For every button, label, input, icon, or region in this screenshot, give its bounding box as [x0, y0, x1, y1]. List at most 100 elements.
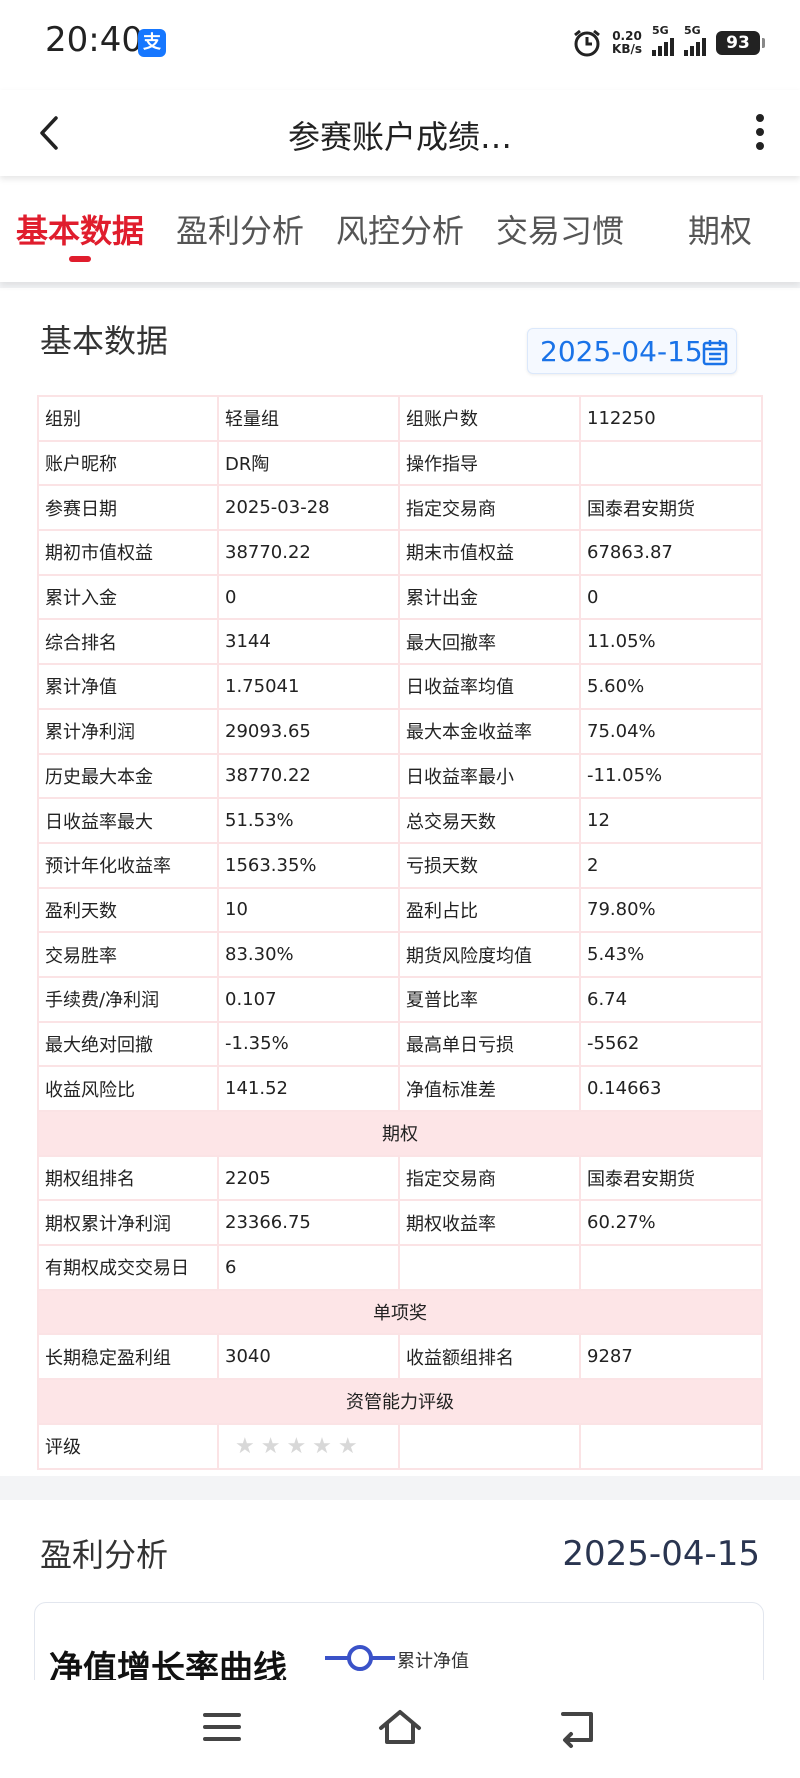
field-label: 账户昵称: [37, 439, 219, 487]
field-label: 累计入金: [37, 573, 219, 621]
rating-header: 资管能力评级: [37, 1378, 763, 1425]
field-label: 最大本金收益率: [398, 707, 581, 755]
field-label: 历史最大本金: [37, 752, 219, 800]
field-label: [398, 1244, 581, 1291]
field-label: 期权收益率: [398, 1199, 581, 1247]
table-row: 手续费/净利润 0.107 夏普比率 6.74: [37, 975, 763, 1023]
field-label: 指定交易商: [398, 1154, 581, 1202]
tab-bar: 基本数据 盈利分析 风控分析 交易习惯 期权: [0, 176, 800, 282]
table-row: 有期权成交交易日 6: [37, 1244, 763, 1291]
field-value: 2025-03-28: [217, 484, 400, 532]
field-value: 79.80%: [579, 886, 763, 934]
table-row: 收益风险比 141.52 净值标准差 0.14663: [37, 1065, 763, 1112]
system-nav-bar: [0, 1680, 800, 1778]
date-picker-value: 2025-04-15: [540, 335, 703, 368]
return-icon: [561, 1712, 593, 1748]
more-button[interactable]: [750, 110, 770, 158]
field-value: 5.43%: [579, 931, 763, 978]
field-label: 有期权成交交易日: [37, 1244, 219, 1291]
field-value: 83.30%: [217, 931, 400, 978]
signal-icon: 5G: [652, 24, 674, 56]
table-row: 日收益率最大 51.53% 总交易天数 12: [37, 797, 763, 844]
field-label: 综合排名: [37, 618, 219, 666]
field-label: 日收益率均值: [398, 663, 581, 710]
page-title: 参赛账户成绩…: [287, 118, 512, 156]
field-value: [579, 1244, 763, 1291]
field-value: 75.04%: [579, 707, 763, 755]
net-speed-unit: KB/s: [612, 42, 642, 56]
table-cell: [398, 1422, 581, 1470]
field-label: 收益风险比: [37, 1065, 219, 1112]
field-value: [579, 439, 763, 487]
award-header: 单项奖: [37, 1288, 763, 1336]
field-value: -1.35%: [217, 1020, 400, 1068]
field-label: 盈利天数: [37, 886, 219, 934]
field-label: 日收益率最小: [398, 752, 581, 800]
tab-profit-analysis[interactable]: 盈利分析: [160, 176, 320, 282]
field-label: 预计年化收益率: [37, 841, 219, 889]
table-row: 长期稳定盈利组 3040 收益额组排名 9287: [37, 1333, 763, 1381]
tab-risk-analysis[interactable]: 风控分析: [320, 176, 480, 282]
options-header: 期权: [37, 1110, 763, 1157]
back-nav-button[interactable]: [553, 1702, 603, 1752]
field-value: 轻量组: [217, 395, 400, 442]
field-value: 51.53%: [217, 797, 400, 844]
field-value: 9287: [579, 1333, 763, 1381]
status-bar: 20:40 支 0.20 KB/s 5G 5G 93: [0, 0, 800, 90]
field-label: 净值标准差: [398, 1065, 581, 1112]
field-label: 总交易天数: [398, 797, 581, 844]
field-value: 0: [579, 573, 763, 621]
field-value: 国泰君安期货: [579, 484, 763, 532]
field-label: 夏普比率: [398, 975, 581, 1023]
more-dot-icon: [756, 142, 764, 150]
field-value: 10: [217, 886, 400, 934]
field-label: 期初市值权益: [37, 529, 219, 576]
table-section-header: 期权: [37, 1110, 763, 1157]
field-label: 指定交易商: [398, 484, 581, 532]
field-value: 6.74: [579, 975, 763, 1023]
section-title-profit: 盈利分析: [33, 1530, 168, 1576]
home-icon: [379, 1710, 421, 1744]
field-value: DR陶: [217, 439, 400, 487]
table-row: 累计净利润 29093.65 最大本金收益率 75.04%: [37, 707, 763, 755]
field-value: 12: [579, 797, 763, 844]
alipay-icon: 支: [138, 29, 166, 57]
field-value: 141.52: [217, 1065, 400, 1112]
field-value: 2205: [217, 1154, 400, 1202]
field-label: 手续费/净利润: [37, 975, 219, 1023]
profit-date: 2025-04-15: [562, 1534, 760, 1574]
field-label: 长期稳定盈利组: [37, 1333, 219, 1381]
table-row: 历史最大本金 38770.22 日收益率最小 -11.05%: [37, 752, 763, 800]
field-value: 2: [579, 841, 763, 889]
basic-data-table: 组别 轻量组 组账户数 112250 账户昵称 DR陶 操作指导 参赛日期 2025-03-28…: [37, 395, 763, 1470]
home-button[interactable]: [375, 1702, 425, 1752]
field-value: 国泰君安期货: [579, 1154, 763, 1202]
signal-label-2: 5G: [684, 24, 701, 37]
field-value: 5.60%: [579, 663, 763, 710]
tab-options[interactable]: 期权: [640, 176, 800, 282]
field-label: 累计净利润: [37, 707, 219, 755]
table-row: 盈利天数 10 盈利占比 79.80%: [37, 886, 763, 934]
field-label: 日收益率最大: [37, 797, 219, 844]
status-time: 20:40: [45, 20, 143, 60]
legend-line-icon: [325, 1645, 395, 1671]
tab-basic-data[interactable]: 基本数据: [0, 176, 160, 282]
field-label: 组别: [37, 395, 219, 442]
field-label: 组账户数: [398, 395, 581, 442]
table-section-header: 单项奖: [37, 1288, 763, 1336]
star-icon: ★★★★★: [235, 1433, 364, 1459]
table-row: 组别 轻量组 组账户数 112250: [37, 395, 763, 442]
table-row: 账户昵称 DR陶 操作指导: [37, 439, 763, 487]
field-label: 操作指导: [398, 439, 581, 487]
field-label: 最大回撤率: [398, 618, 581, 666]
menu-button[interactable]: [197, 1702, 247, 1752]
tab-trading-habits[interactable]: 交易习惯: [480, 176, 640, 282]
table-section-header: 资管能力评级: [37, 1378, 763, 1425]
date-picker[interactable]: 2025-04-15: [527, 328, 737, 374]
table-row: 参赛日期 2025-03-28 指定交易商 国泰君安期货: [37, 484, 763, 532]
signal-label: 5G: [652, 24, 669, 37]
field-label: 参赛日期: [37, 484, 219, 532]
alarm-icon: [574, 29, 600, 57]
field-label: 亏损天数: [398, 841, 581, 889]
field-value: 1.75041: [217, 663, 400, 710]
